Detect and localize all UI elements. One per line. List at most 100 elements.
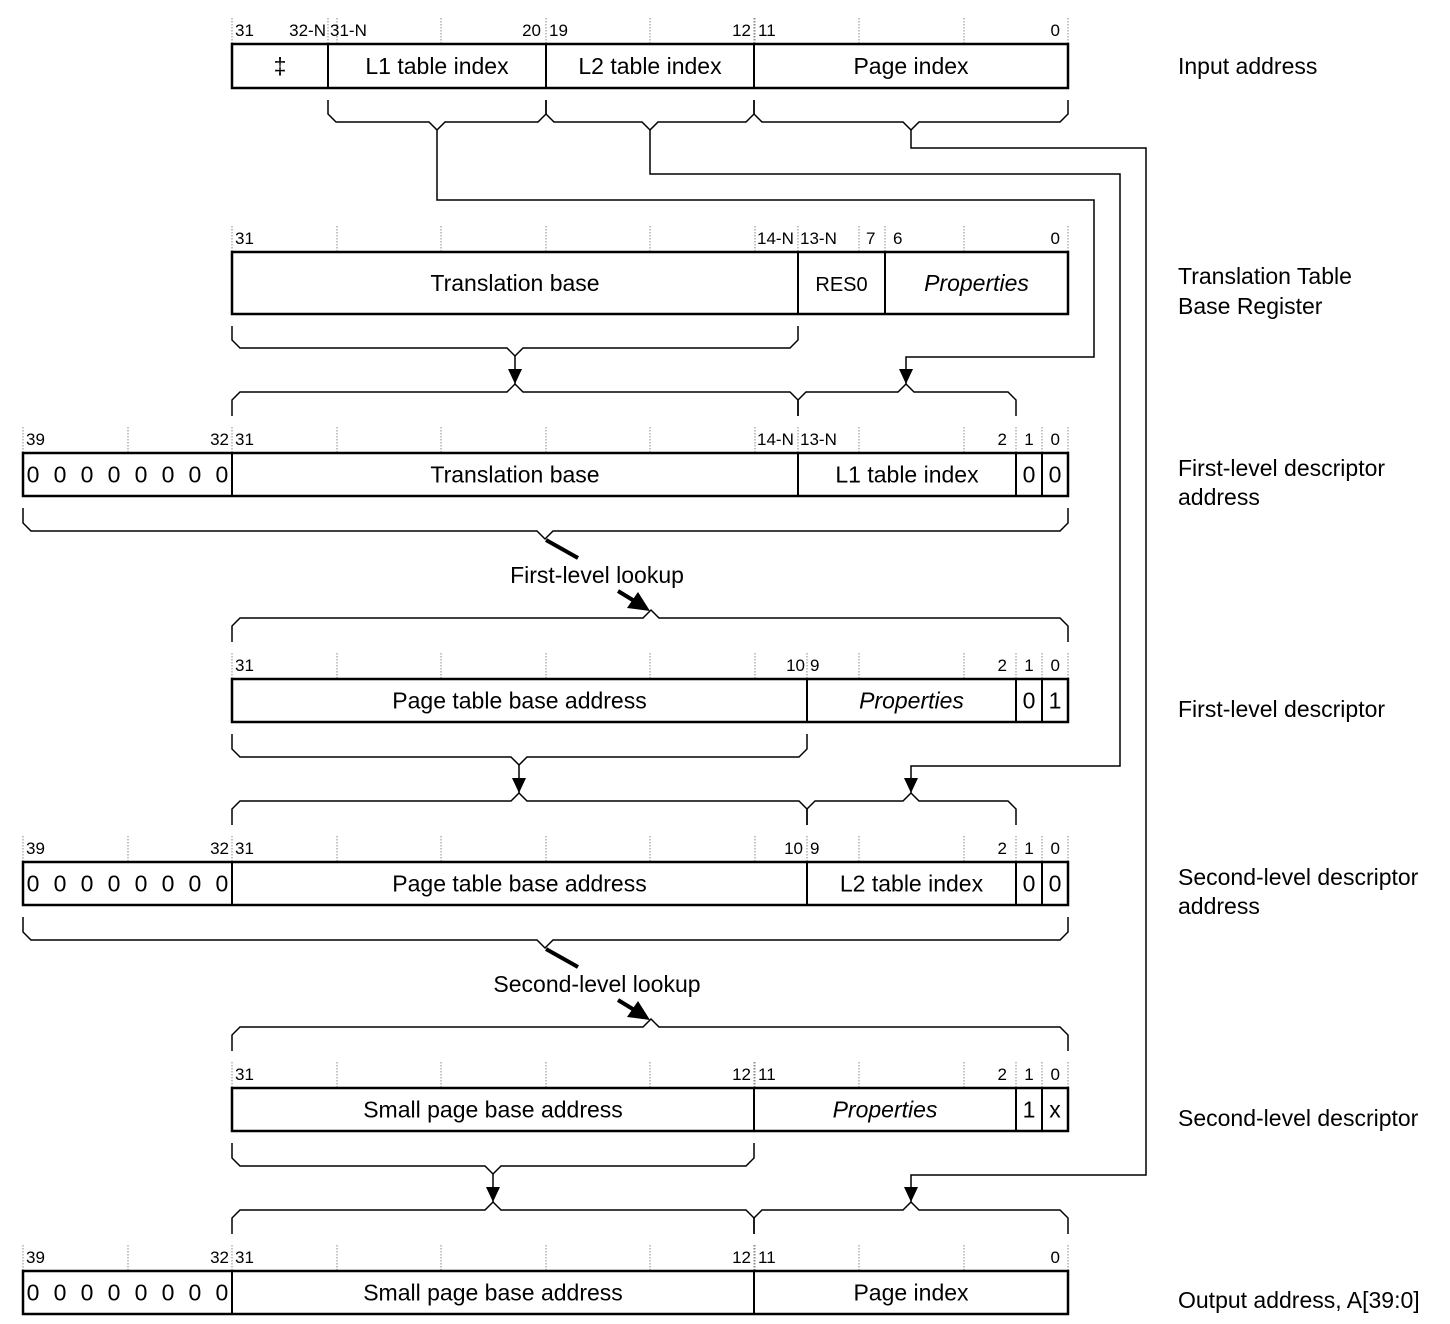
bit-number: 2 xyxy=(998,656,1007,675)
bit-number: 31 xyxy=(235,21,254,40)
bit-number: 31 xyxy=(235,656,254,675)
register-box xyxy=(230,1086,1070,1133)
bit-number: 32-N xyxy=(289,21,326,40)
brace xyxy=(327,100,547,132)
bit-number: 12 xyxy=(732,21,751,40)
register-first-level-descriptor-address: 39 32 31 14-N 13-N 2 1 00 0 0 0 0 0 0 0 Translat… xyxy=(21,427,1385,510)
register-name: Translation Table xyxy=(1178,263,1352,289)
bit-number: 0 xyxy=(1051,1248,1060,1267)
bit-number: 6 xyxy=(893,229,902,248)
register-name: First-level descriptor xyxy=(1178,696,1385,722)
field-label: Translation base xyxy=(430,270,599,296)
field-label: L2 table index xyxy=(578,53,722,79)
field-label: 0 xyxy=(1023,462,1036,488)
register-name: Second-level descriptor xyxy=(1178,1105,1419,1131)
bit-number: 0 xyxy=(1051,430,1060,449)
bit-number: 1 xyxy=(1024,839,1033,858)
bit-number: 10 xyxy=(786,656,805,675)
field-label: 1 xyxy=(1049,688,1062,714)
field-label: Small page base address xyxy=(363,1097,623,1123)
bit-number: 0 xyxy=(1051,656,1060,675)
field-label: L1 table index xyxy=(835,462,979,488)
field-label: 0 xyxy=(1049,871,1062,897)
bit-number: 31 xyxy=(235,1248,254,1267)
bit-number: 2 xyxy=(998,430,1007,449)
arrowhead-icon xyxy=(512,778,526,793)
register-name: Output address, A[39:0] xyxy=(1178,1287,1420,1313)
field-label: Page table base address xyxy=(392,871,646,897)
bit-number: 32 xyxy=(210,1248,229,1267)
bit-number: 0 xyxy=(1051,1065,1060,1084)
brace xyxy=(231,1200,755,1234)
bit-number: 0 xyxy=(1051,229,1060,248)
field-label: L1 table index xyxy=(365,53,509,79)
register-ttbr: 31 14-N 13-N 7 6 0 Translation base RES0 Propert… xyxy=(230,226,1352,319)
bit-number: 2 xyxy=(998,839,1007,858)
field-label: Page index xyxy=(853,1280,969,1306)
bit-number: 1 xyxy=(1024,430,1033,449)
lookup-arrow-tail xyxy=(545,947,579,969)
brace xyxy=(545,100,755,132)
arrowhead-icon xyxy=(904,1187,918,1202)
bit-number: 12 xyxy=(732,1065,751,1084)
bit-number: 13-N xyxy=(800,229,837,248)
register-name: address xyxy=(1178,893,1260,919)
register-input-address: 31 32-N 31-N 20 19 12 11 0 ‡ L1 table index L2 tab… xyxy=(230,18,1317,90)
arrowhead-icon xyxy=(904,778,918,793)
bit-number: 20 xyxy=(522,21,541,40)
field-label: RES0 xyxy=(815,274,867,296)
brace xyxy=(806,791,1017,825)
bit-number: 14-N xyxy=(757,229,794,248)
register-name: address xyxy=(1178,484,1260,510)
field-label: 0 xyxy=(1023,871,1036,897)
register-name: Base Register xyxy=(1178,293,1323,319)
arrowhead-icon xyxy=(486,1187,500,1202)
bit-number: 9 xyxy=(810,839,819,858)
bit-number: 9 xyxy=(810,656,819,675)
arrowhead-icon xyxy=(627,592,650,611)
brace xyxy=(231,1017,1069,1051)
bit-number: 0 xyxy=(1051,21,1060,40)
field-label: x xyxy=(1049,1097,1061,1123)
brace xyxy=(231,791,808,825)
arrowhead-icon xyxy=(899,369,913,384)
bit-number: 13-N xyxy=(800,430,837,449)
field-label: 0 0 0 0 0 0 0 0 xyxy=(27,871,229,897)
field-label: Properties xyxy=(859,688,964,714)
bit-number: 10 xyxy=(784,839,803,858)
field-label: Translation base xyxy=(430,462,599,488)
bit-number: 14-N xyxy=(757,430,794,449)
bit-number: 31 xyxy=(235,229,254,248)
brace xyxy=(231,382,799,416)
field-label: 0 0 0 0 0 0 0 0 xyxy=(27,462,229,488)
brace xyxy=(231,734,808,767)
field-label: 0 0 0 0 0 0 0 0 xyxy=(27,1280,229,1306)
field-label: Page index xyxy=(853,53,969,79)
bit-number: 7 xyxy=(866,229,875,248)
bit-number: 19 xyxy=(549,21,568,40)
bit-number: 11 xyxy=(758,1248,776,1267)
field-label: Small page base address xyxy=(363,1280,623,1306)
brace xyxy=(231,326,799,358)
lookup-label: Second-level lookup xyxy=(493,971,700,997)
register-name: Second-level descriptor xyxy=(1178,864,1419,890)
register-name: First-level descriptor xyxy=(1178,455,1385,481)
bit-number: 1 xyxy=(1024,1065,1033,1084)
field-label: Properties xyxy=(833,1097,938,1123)
bit-number: 31 xyxy=(235,430,254,449)
brace xyxy=(22,917,1069,950)
bit-number: 31 xyxy=(235,1065,254,1084)
bit-number: 11 xyxy=(758,21,776,40)
field-label: 0 xyxy=(1023,688,1036,714)
register-second-level-descriptor: 31 12 11 2 1 0 Small page base address Properti… xyxy=(230,1062,1419,1133)
field-label: 1 xyxy=(1023,1097,1036,1123)
bit-number: 12 xyxy=(732,1248,751,1267)
bit-number: 1 xyxy=(1024,656,1033,675)
bit-number: 2 xyxy=(998,1065,1007,1084)
field-label: Properties xyxy=(924,270,1029,296)
bit-number: 39 xyxy=(26,1248,45,1267)
lookup-arrow-tail xyxy=(545,538,579,560)
brace xyxy=(231,1143,755,1176)
field-label: 0 xyxy=(1049,462,1062,488)
register-output-address: 39 32 31 12 11 0 0 0 0 0 0 0 0 0 Small page bas… xyxy=(21,1245,1420,1316)
